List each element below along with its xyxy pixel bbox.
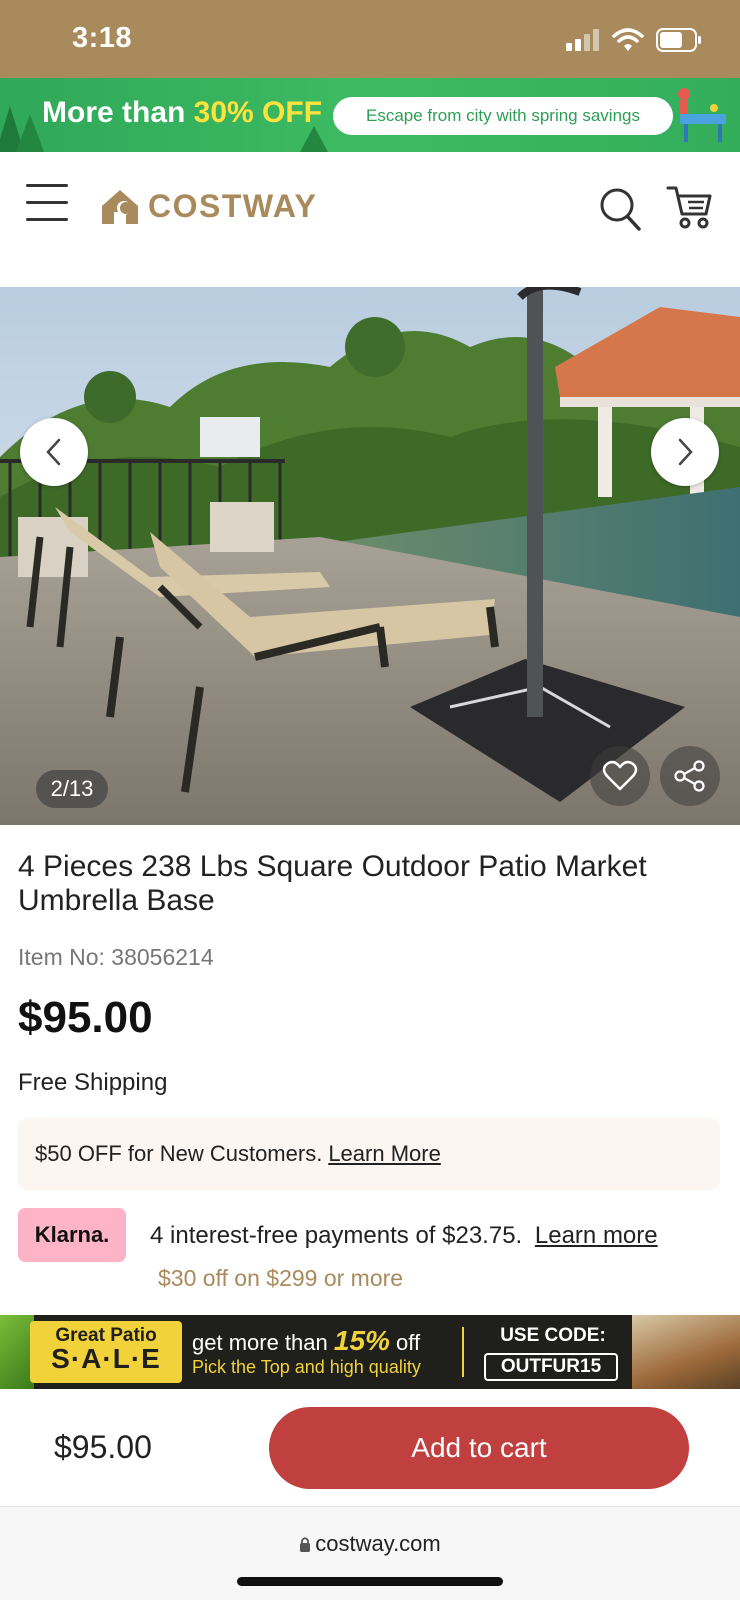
sticky-cart-bar: $95.00 Add to cart [0,1389,740,1507]
sale-banner-photo [632,1315,740,1389]
tree-decoration [16,114,44,152]
lock-icon [300,1537,311,1552]
promo-headline-highlight: 30% OFF [193,96,323,129]
house-logo-icon [102,190,138,224]
klarna-offer: $30 off on $299 or more [158,1265,404,1291]
logo-text: COSTWAY [148,187,318,224]
shipping-info: Free Shipping [18,1069,168,1096]
home-indicator[interactable] [237,1577,503,1586]
wifi-icon [612,28,644,51]
gallery-prev-button[interactable] [20,418,88,486]
picnic-illustration-icon [678,88,726,142]
klarna-badge: Klarna. [18,1208,126,1262]
klarna-learn-more-link[interactable]: Learn more [535,1222,658,1249]
promo-pill: Escape from city with spring savings [333,97,673,135]
coupon-learn-more-link[interactable]: Learn More [328,1141,441,1167]
product-title: 4 Pieces 238 Lbs Square Outdoor Patio Ma… [18,850,647,917]
klarna-installments-text: 4 interest-free payments of $23.75. [150,1222,523,1249]
search-icon[interactable] [598,186,642,232]
costway-logo[interactable]: COSTWAY [98,182,317,230]
sale-offer-prefix: get more than [192,1330,334,1355]
gallery-counter: 2/13 [36,770,108,808]
status-time: 3:18 [72,22,133,54]
sale-subtext: Pick the Top and high quality [192,1357,421,1377]
status-bar: 3:18 [0,0,740,78]
sale-badge-line1: Great Patio [55,1325,157,1346]
product-photo [0,287,740,825]
product-image[interactable] [0,287,740,825]
leaf-decoration [0,1315,34,1389]
url-display[interactable]: costway.com [0,1531,740,1557]
signal-icon [566,29,599,51]
sale-offer: get more than 15% off [192,1325,420,1357]
battery-icon [656,28,701,52]
klarna-installments: 4 interest-free payments of $23.75. Lear… [150,1222,658,1250]
promo-headline-prefix: More than [42,96,194,129]
coupon-text: $50 OFF for New Customers. [35,1141,323,1166]
share-button[interactable] [660,746,720,806]
chevron-right-icon [678,438,693,466]
cart-icon[interactable] [666,184,714,230]
chevron-left-icon [46,438,61,466]
sale-code: OUTFUR15 [484,1353,618,1381]
heart-icon [602,760,638,791]
sale-badge: Great Patio S·A·L·E [30,1321,182,1383]
gallery-next-button[interactable] [651,418,719,486]
status-icons [566,26,702,54]
add-to-cart-button[interactable]: Add to cart [269,1407,689,1489]
sale-divider [462,1327,464,1377]
share-icon [674,760,705,792]
hamburger-menu-icon[interactable] [26,184,68,224]
sale-badge-line2: S·A·L·E [51,1343,161,1374]
sale-offer-suffix: off [389,1330,421,1355]
sale-offer-percent: 15% [333,1325,390,1356]
promo-banner-top[interactable]: More than 30% OFF Escape from city with … [0,78,740,152]
browser-url-bar[interactable]: costway.com [0,1507,740,1600]
promo-headline: More than 30% OFF [42,96,322,130]
sale-code-label: USE CODE: [500,1325,606,1346]
patio-sale-banner[interactable]: Great Patio S·A·L·E get more than 15% of… [0,1315,740,1389]
url-text: costway.com [315,1531,441,1556]
site-header: COSTWAY [0,152,740,280]
product-price: $95.00 [18,993,153,1042]
new-customer-coupon: $50 OFF for New Customers. Learn More [18,1118,720,1190]
item-number: Item No: 38056214 [18,944,214,970]
favorite-button[interactable] [590,746,650,806]
cart-bar-price: $95.00 [54,1429,152,1465]
